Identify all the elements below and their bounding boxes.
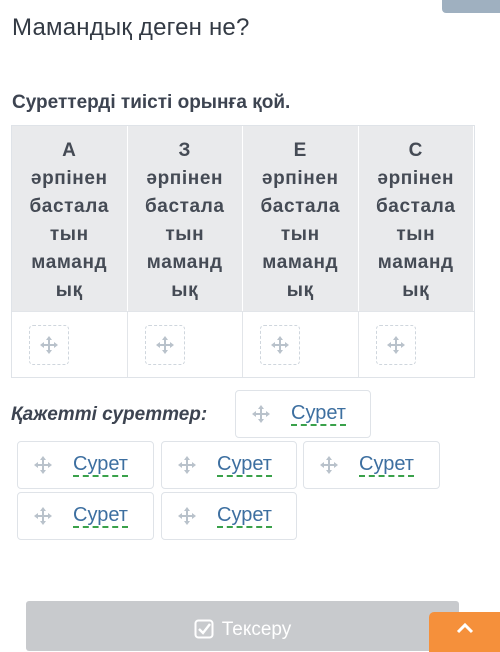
pool-label: Қажетті суреттер: — [11, 404, 208, 425]
draggable-picture-chip[interactable]: Сурет — [17, 492, 154, 540]
column-header-s: С әрпінен бастала тын маманд ық — [358, 126, 474, 311]
header-line: маманд — [262, 252, 339, 273]
header-line: бастала — [29, 196, 110, 217]
header-line: бастала — [375, 196, 456, 217]
move-icon — [34, 456, 52, 474]
draggable-picture-chip[interactable]: Сурет — [161, 492, 297, 540]
header-line: әрпінен — [30, 168, 108, 189]
drop-slot[interactable] — [29, 324, 70, 365]
move-icon — [387, 335, 406, 354]
chip-label: Сурет — [73, 453, 128, 477]
column-header-a: А әрпінен бастала тын маманд ық — [12, 126, 128, 311]
drop-zone-s[interactable] — [358, 311, 474, 377]
check-button-label: Тексеру — [221, 619, 292, 640]
drop-zone-e[interactable] — [243, 311, 359, 377]
move-icon — [320, 456, 338, 474]
page-title: Мамандық деген не? — [12, 14, 250, 41]
column-header-e: Е әрпінен бастала тын маманд ық — [243, 126, 359, 311]
drop-zone-a[interactable] — [12, 311, 128, 377]
task-instruction: Суреттерді тиісті орынға қой. — [12, 92, 291, 113]
move-icon — [34, 507, 52, 525]
header-line: әрпінен — [261, 168, 339, 189]
sorting-table: А әрпінен бастала тын маманд ық З әрпіне… — [11, 125, 475, 378]
header-line: бастала — [260, 196, 341, 217]
header-line: бастала — [144, 196, 225, 217]
header-line: ық — [402, 280, 430, 301]
header-line: А — [62, 140, 77, 161]
header-line: маманд — [146, 252, 223, 273]
chip-label: Сурет — [217, 453, 272, 477]
move-icon — [271, 335, 290, 354]
header-line: С — [408, 140, 423, 161]
draggable-picture-chip[interactable]: Сурет — [235, 390, 371, 438]
check-button[interactable]: Тексеру — [26, 601, 459, 651]
header-line: ық — [55, 280, 83, 301]
move-icon — [40, 335, 59, 354]
check-square-icon — [194, 619, 214, 639]
header-line: әрпінен — [377, 168, 455, 189]
scroll-to-top-button[interactable] — [429, 612, 500, 652]
chip-label: Сурет — [73, 504, 128, 528]
drop-slot[interactable] — [144, 324, 185, 365]
chevron-up-icon — [456, 622, 473, 634]
move-icon — [178, 507, 196, 525]
header-line: тын — [280, 224, 320, 245]
top-corner-tab[interactable] — [442, 0, 500, 13]
header-line: З — [178, 140, 191, 161]
column-header-z: З әрпінен бастала тын маманд ық — [127, 126, 243, 311]
header-line: тын — [165, 224, 205, 245]
chip-label: Сурет — [359, 453, 414, 477]
header-line: Е — [293, 140, 307, 161]
drop-zone-z[interactable] — [127, 311, 243, 377]
draggable-picture-chip[interactable]: Сурет — [161, 441, 297, 489]
drop-slot[interactable] — [376, 324, 417, 365]
chip-label: Сурет — [291, 402, 346, 426]
move-icon — [178, 456, 196, 474]
move-icon — [155, 335, 174, 354]
header-line: ық — [286, 280, 314, 301]
draggable-picture-chip[interactable]: Сурет — [303, 441, 440, 489]
move-icon — [252, 405, 270, 423]
header-line: тын — [49, 224, 89, 245]
header-line: ық — [171, 280, 199, 301]
header-line: маманд — [377, 252, 454, 273]
drop-slot[interactable] — [260, 324, 301, 365]
chip-label: Сурет — [217, 504, 272, 528]
draggable-picture-chip[interactable]: Сурет — [17, 441, 154, 489]
header-line: маманд — [31, 252, 108, 273]
header-line: әрпінен — [146, 168, 224, 189]
header-line: тын — [396, 224, 436, 245]
